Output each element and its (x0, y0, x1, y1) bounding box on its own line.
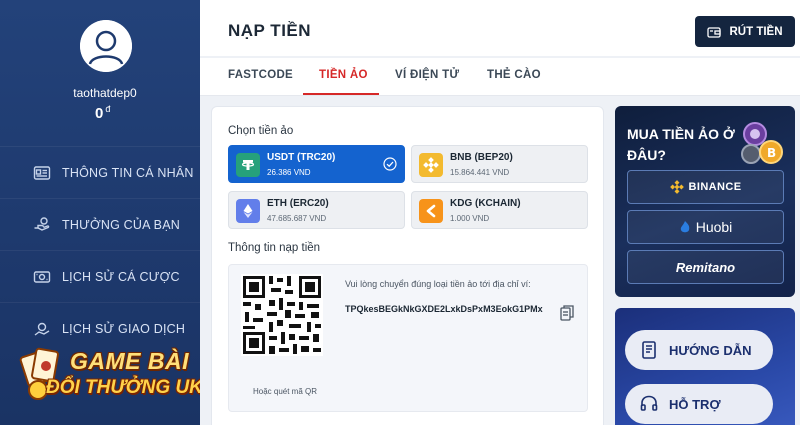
buy-title: MUA TIỀN ẢO Ở ĐÂU? (627, 126, 735, 163)
logo-line-1: GAME BÀI (70, 348, 189, 374)
withdraw-label: RÚT TIỀN (729, 25, 783, 38)
ethereum-icon (236, 199, 260, 223)
coin-option-eth[interactable]: ETH (ERC20) 47.685.687 VND (228, 191, 405, 229)
logo-line-2: ĐỔI THƯỞNG UK (46, 377, 200, 398)
qr-caption: Hoặc quét mã QR (252, 387, 318, 396)
balance: 0đ (95, 104, 110, 122)
sidebar: taothatdep0 0đ THÔNG TIN CÁ NHÂN THƯỞNG … (0, 0, 200, 425)
balance-amount: 0 (95, 105, 104, 122)
coin-name: USDT (TRC20) (267, 152, 336, 163)
coin-name: BNB (BEP20) (450, 152, 513, 163)
sidebar-item-rewards[interactable]: THƯỞNG CỦA BẠN (0, 198, 200, 250)
username: taothatdep0 (73, 86, 137, 100)
copy-icon[interactable] (560, 305, 574, 321)
brand-logo: GAME BÀI ĐỔI THƯỞNG UK (18, 344, 200, 412)
choose-crypto-label: Chọn tiền ảo (228, 125, 294, 137)
reward-hand-icon (33, 216, 51, 234)
deposit-info-box: Hoặc quét mã QR Vui lòng chuyển đúng loạ… (228, 264, 588, 412)
headset-icon (640, 395, 658, 411)
avatar[interactable] (80, 20, 132, 72)
sidebar-item-label: LỊCH SỬ CÁ CƯỢC (62, 269, 180, 284)
tab-fastcode[interactable]: FASTCODE (228, 69, 293, 81)
sidebar-item-label: THƯỞNG CỦA BẠN (62, 217, 180, 232)
crypto-coins-icon: B (741, 122, 783, 164)
header: NẠP TIỀN RÚT TIỀN (200, 0, 800, 56)
coin-name: ETH (ERC20) (267, 198, 329, 209)
tether-icon (236, 153, 260, 177)
qr-code (241, 274, 323, 356)
help-card: HƯỚNG DẪN HỖ TRỢ (615, 308, 795, 425)
coin-option-usdt[interactable]: USDT (TRC20) 26.386 VND (228, 145, 405, 183)
tab-scratch-card[interactable]: THẺ CÀO (487, 69, 541, 81)
tab-e-wallet[interactable]: VÍ ĐIỆN TỬ (395, 69, 459, 81)
svg-text:B: B (767, 146, 776, 160)
coin-rate: 1.000 VND (450, 214, 490, 223)
where-to-buy-card: MUA TIỀN ẢO Ở ĐÂU? B BINANCE Huobi Remit… (615, 106, 795, 297)
sidebar-item-label: LỊCH SỬ GIAO DỊCH (62, 321, 186, 336)
guide-book-icon (642, 341, 656, 359)
tab-crypto[interactable]: TIỀN ẢO (319, 69, 368, 81)
tab-bar: FASTCODE TIỀN ẢO VÍ ĐIỆN TỬ THẺ CÀO (200, 58, 800, 96)
coin-rate: 26.386 VND (267, 168, 311, 177)
support-label: HỖ TRỢ (669, 396, 721, 412)
coin-rate: 15.864.441 VND (450, 168, 510, 177)
guide-button[interactable]: HƯỚNG DẪN (625, 330, 773, 370)
page-title: NẠP TIỀN (228, 21, 312, 40)
exchange-label: BINANCE (688, 181, 742, 193)
sidebar-item-label: THÔNG TIN CÁ NHÂN (62, 165, 194, 180)
exchange-label: Huobi (695, 219, 733, 235)
wallet-icon (707, 26, 722, 38)
kdg-icon (419, 199, 443, 223)
withdraw-button[interactable]: RÚT TIỀN (695, 16, 795, 47)
support-button[interactable]: HỖ TRỢ (625, 384, 773, 424)
coin-option-kdg[interactable]: KDG (KCHAIN) 1.000 VND (411, 191, 588, 229)
bet-history-icon (33, 268, 51, 286)
bnb-icon (419, 153, 443, 177)
deposit-info-label: Thông tin nạp tiền (228, 242, 321, 254)
coin-option-bnb[interactable]: BNB (BEP20) 15.864.441 VND (411, 145, 588, 183)
balance-currency: đ (105, 104, 111, 114)
exchange-remitano-button[interactable]: Remitano (627, 250, 784, 284)
coin-rate: 47.685.687 VND (267, 214, 327, 223)
user-silhouette-icon (80, 20, 132, 72)
transaction-history-icon (33, 320, 51, 338)
active-tab-indicator (303, 93, 379, 95)
exchange-huobi-button[interactable]: Huobi (627, 210, 784, 244)
sidebar-item-bet-history[interactable]: LỊCH SỬ CÁ CƯỢC (0, 250, 200, 302)
check-circle-icon (383, 157, 397, 171)
guide-label: HƯỚNG DẪN (669, 342, 752, 358)
sidebar-item-profile[interactable]: THÔNG TIN CÁ NHÂN (0, 146, 200, 198)
huobi-flame-icon (680, 221, 689, 233)
binance-icon (669, 180, 684, 194)
exchange-binance-button[interactable]: BINANCE (627, 170, 784, 204)
coin-name: KDG (KCHAIN) (450, 198, 521, 209)
exchange-label: Remitano (675, 259, 736, 275)
deposit-instruction: Vui lòng chuyển đúng loại tiền ảo tới đị… (345, 279, 531, 289)
wallet-address[interactable]: TPQkesBEGkNkGXDE2LxkDsPxM3EokG1PMx (345, 302, 545, 316)
crypto-deposit-card: Chọn tiền ảo USDT (TRC20) 26.386 VND BNB… (211, 106, 604, 425)
profile-card-icon (33, 164, 51, 182)
main-content: NẠP TIỀN RÚT TIỀN FASTCODE TIỀN ẢO VÍ ĐI… (200, 0, 800, 425)
